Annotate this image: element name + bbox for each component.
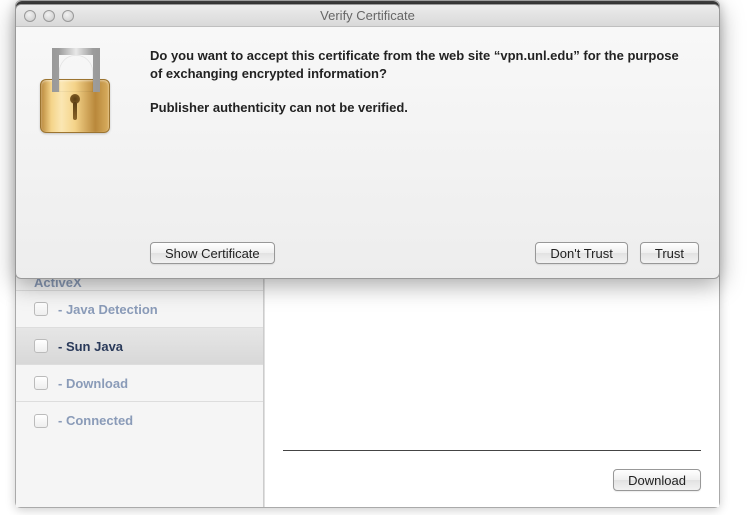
download-button[interactable]: Download <box>613 469 701 491</box>
dialog-title: Verify Certificate <box>16 8 719 23</box>
sidebar-item-download[interactable]: - Download <box>16 365 263 402</box>
trust-button[interactable]: Trust <box>640 242 699 264</box>
dialog-message-column: Do you want to accept this certificate f… <box>150 45 699 232</box>
checkbox-icon[interactable] <box>34 376 48 390</box>
sidebar-item-java-detection[interactable]: - Java Detection <box>16 291 263 328</box>
sidebar-item-label: - Download <box>58 376 128 391</box>
show-certificate-button[interactable]: Show Certificate <box>150 242 275 264</box>
checkbox-icon[interactable] <box>34 414 48 428</box>
download-button-wrap: Download <box>613 469 701 491</box>
dialog-button-row: Show Certificate Don't Trust Trust <box>40 232 699 264</box>
dialog-icon-column <box>40 45 150 232</box>
sidebar-item-sun-java[interactable]: - Sun Java <box>16 328 263 365</box>
sidebar-item-activex[interactable]: ActiveX <box>16 277 263 291</box>
checkbox-icon[interactable] <box>34 339 48 353</box>
verify-certificate-dialog: Verify Certificate Do you want to accept… <box>15 4 720 279</box>
dialog-top: Do you want to accept this certificate f… <box>40 45 699 232</box>
traffic-lights <box>24 10 74 22</box>
zoom-icon[interactable] <box>62 10 74 22</box>
app-surface: ActiveX - Java Detection - Sun Java - Do… <box>0 0 749 515</box>
dialog-body: Do you want to accept this certificate f… <box>16 27 719 278</box>
sidebar-item-connected[interactable]: - Connected <box>16 402 263 439</box>
dialog-message: Do you want to accept this certificate f… <box>150 47 691 82</box>
sidebar-item-label: - Sun Java <box>58 339 123 354</box>
sidebar-item-label: - Connected <box>58 413 133 428</box>
lock-icon <box>40 79 115 169</box>
divider <box>283 450 701 451</box>
dont-trust-button[interactable]: Don't Trust <box>535 242 627 264</box>
close-icon[interactable] <box>24 10 36 22</box>
minimize-icon[interactable] <box>43 10 55 22</box>
checkbox-icon[interactable] <box>34 302 48 316</box>
dialog-titlebar: Verify Certificate <box>16 5 719 27</box>
sidebar-item-label: - Java Detection <box>58 302 158 317</box>
dialog-submessage: Publisher authenticity can not be verifi… <box>150 100 691 115</box>
